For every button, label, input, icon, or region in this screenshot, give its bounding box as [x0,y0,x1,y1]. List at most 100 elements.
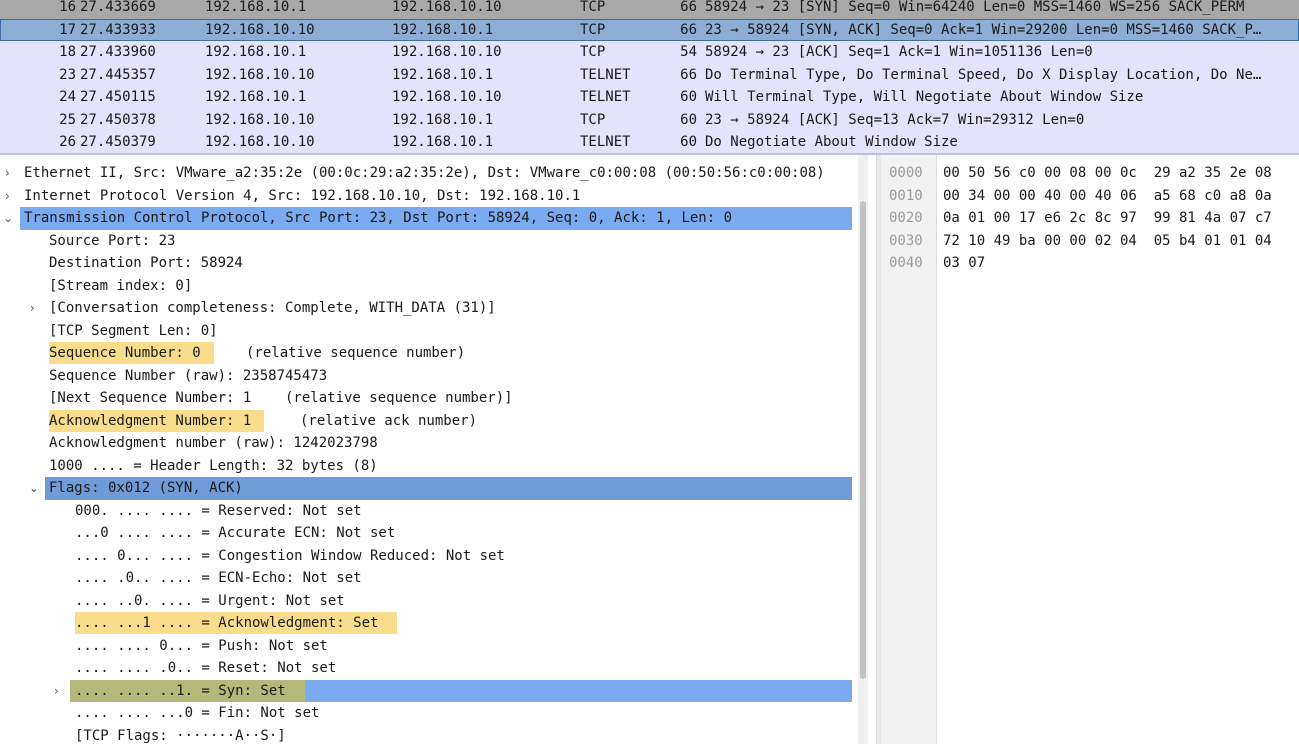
expand-arrow-icon[interactable]: › [5,185,15,207]
packet-number: 23 [59,66,76,83]
tree-field[interactable]: .... .... 0... = Push: Not set [0,635,852,658]
packet-row[interactable]: 16 27.433669 192.168.10.1 192.168.10.10 … [0,0,1299,19]
tree-field[interactable]: Acknowledgment Number: 1 (relative ack n… [0,409,852,433]
tree-field[interactable]: .... ..0. .... = Urgent: Not set [0,590,852,613]
packet-row[interactable]: 25 27.450378 192.168.10.10 192.168.10.1 … [0,108,1299,131]
packet-info: Will Terminal Type, Will Negotiate About… [705,89,1144,105]
field-ack-number: Acknowledgment Number: 1 [49,409,264,432]
expand-arrow-icon[interactable]: › [54,680,64,702]
bytes-hex[interactable]: 00 50 56 c0 00 08 00 0c 29 a2 35 2e 08 [943,162,1272,185]
tree-field[interactable]: .... ...1 .... = Acknowledgment: Set [0,612,852,635]
tree-field[interactable]: ...0 .... .... = Accurate ECN: Not set [0,522,852,545]
tree-field[interactable]: [Stream index: 0] [0,275,852,298]
packet-destination: 192.168.10.10 [392,44,502,60]
field-source-port: Source Port: 23 [49,232,176,249]
tree-node-conversation[interactable]: › [Conversation completeness: Complete, … [0,297,852,320]
tree-field[interactable]: Sequence Number: 0 (relative sequence nu… [0,342,852,365]
packet-source: 192.168.10.1 [205,89,307,105]
packet-protocol: TELNET [580,89,631,105]
flag-acknowledgment: .... ...1 .... = Acknowledgment: Set [75,612,397,634]
packet-source: 192.168.10.10 [205,111,315,128]
packet-length: 54 [680,44,697,60]
field-ack-note: (relative ack number) [300,412,478,429]
bytes-offset: 0040 [889,255,923,271]
packet-bytes-pane[interactable]: 0000 00 50 56 c0 00 08 00 0c 29 a2 35 2e… [881,155,1299,744]
packet-row-selected[interactable]: 17 27.433933 192.168.10.10 192.168.10.1 … [0,18,1299,41]
packet-info: Do Terminal Type, Do Terminal Speed, Do … [705,66,1262,83]
tree-field[interactable]: .... .... ...0 = Fin: Not set [0,702,852,725]
flag-reset: .... .... .0.. = Reset: Not set [75,660,337,676]
packet-length: 60 [680,111,697,128]
bytes-offset: 0000 [889,165,923,181]
packet-protocol: TCP [580,111,606,128]
packet-time: 27.450115 [80,89,156,105]
packet-length: 60 [680,89,697,105]
tree-field[interactable]: 000. .... .... = Reserved: Not set [0,500,852,523]
tree-field[interactable]: .... 0... .... = Congestion Window Reduc… [0,545,852,568]
tree-field[interactable]: .... .... .0.. = Reset: Not set [0,657,852,680]
flag-fin: .... .... ...0 = Fin: Not set [75,705,320,721]
packet-info: 58924 → 23 [SYN] Seq=0 Win=64240 Len=0 M… [705,0,1245,15]
tree-field[interactable]: Destination Port: 58924 [0,252,852,275]
bytes-hex[interactable]: 0a 01 00 17 e6 2c 8c 97 99 81 4a 07 c7 [943,207,1272,230]
flag-reserved: 000. .... .... = Reserved: Not set [75,502,362,519]
packet-length: 60 [680,134,697,150]
packet-destination: 192.168.10.1 [392,21,494,38]
expand-arrow-icon[interactable]: › [30,297,40,319]
flag-accurate-ecn: ...0 .... .... = Accurate ECN: Not set [75,525,396,541]
tree-field[interactable]: [Next Sequence Number: 1 (relative seque… [0,387,852,410]
packet-time: 27.433933 [80,21,156,38]
packet-protocol: TELNET [580,66,631,83]
packet-number: 26 [59,134,76,150]
packet-list[interactable]: 16 27.433669 192.168.10.1 192.168.10.10 … [0,0,1299,153]
flag-ecn-echo: .... .0.. .... = ECN-Echo: Not set [75,570,362,586]
packet-destination: 192.168.10.10 [392,89,502,105]
packet-number: 25 [59,111,76,128]
field-stream-index: [Stream index: 0] [49,277,193,294]
tree-node-ethernet[interactable]: › Ethernet II, Src: VMware_a2:35:2e (00:… [0,162,852,185]
collapse-arrow-icon[interactable]: ⌄ [3,207,13,229]
packet-time: 27.450379 [80,134,156,150]
tree-field[interactable]: .... .0.. .... = ECN-Echo: Not set [0,567,852,590]
tree-field[interactable]: Acknowledgment number (raw): 1242023798 [0,432,852,455]
packet-details-tree[interactable]: › Ethernet II, Src: VMware_a2:35:2e (00:… [0,155,858,744]
packet-time: 27.433960 [80,44,156,60]
flag-urgent: .... ..0. .... = Urgent: Not set [75,592,345,609]
packet-info: 23 → 58924 [SYN, ACK] Seq=0 Ack=1 Win=29… [705,21,1262,38]
field-segment-len: [TCP Segment Len: 0] [49,322,218,339]
bytes-hex[interactable]: 03 07 [943,252,985,275]
tree-node-label: Ethernet II, Src: VMware_a2:35:2e (00:0c… [24,165,825,181]
packet-source: 192.168.10.1 [205,0,307,15]
packet-info: Do Negotiate About Window Size [705,134,958,150]
packet-time: 27.433669 [80,0,156,15]
field-sequence-raw: Sequence Number (raw): 2358745473 [49,367,328,384]
tree-node-tcp-selected[interactable]: ⌄ Transmission Control Protocol, Src Por… [3,207,852,230]
tree-field[interactable]: 1000 .... = Header Length: 32 bytes (8) [0,455,852,478]
tree-field[interactable]: [TCP Flags: ·······A··S·] [0,725,852,744]
field-sequence-note: (relative sequence number) [246,345,466,361]
details-scrollbar-thumb[interactable] [860,201,866,679]
tree-field[interactable]: [TCP Segment Len: 0] [0,320,852,343]
packet-number: 24 [59,89,76,105]
tree-field[interactable]: Source Port: 23 [0,230,852,253]
packet-number: 16 [59,0,76,15]
packet-row[interactable]: 26 27.450379 192.168.10.10 192.168.10.1 … [0,131,1299,153]
packet-number: 17 [59,21,76,38]
bytes-hex[interactable]: 72 10 49 ba 00 00 02 04 05 b4 01 01 04 [943,230,1272,253]
tree-node-flags[interactable]: ⌄ Flags: 0x012 (SYN, ACK) [29,477,852,500]
packet-row[interactable]: 23 27.445357 192.168.10.10 192.168.10.1 … [0,63,1299,86]
packet-time: 27.445357 [80,66,156,83]
flag-push: .... .... 0... = Push: Not set [75,637,328,654]
packet-row[interactable]: 18 27.433960 192.168.10.1 192.168.10.10 … [0,41,1299,64]
tree-node-syn-selected[interactable]: › .... .... ..1. = Syn: Set [54,679,852,702]
field-sequence-number: Sequence Number: 0 [49,342,214,364]
expand-arrow-icon[interactable]: › [5,162,15,184]
tree-node-ipv4[interactable]: › Internet Protocol Version 4, Src: 192.… [0,185,852,208]
collapse-arrow-icon[interactable]: ⌄ [29,477,39,499]
bytes-hex[interactable]: 00 34 00 00 40 00 40 06 a5 68 c0 a8 0a [943,185,1272,208]
tree-field[interactable]: Sequence Number (raw): 2358745473 [0,365,852,388]
tree-node-label: [Conversation completeness: Complete, WI… [49,300,496,316]
field-header-length: 1000 .... = Header Length: 32 bytes (8) [49,457,378,474]
packet-row[interactable]: 24 27.450115 192.168.10.1 192.168.10.10 … [0,86,1299,109]
packet-protocol: TCP [580,21,606,38]
